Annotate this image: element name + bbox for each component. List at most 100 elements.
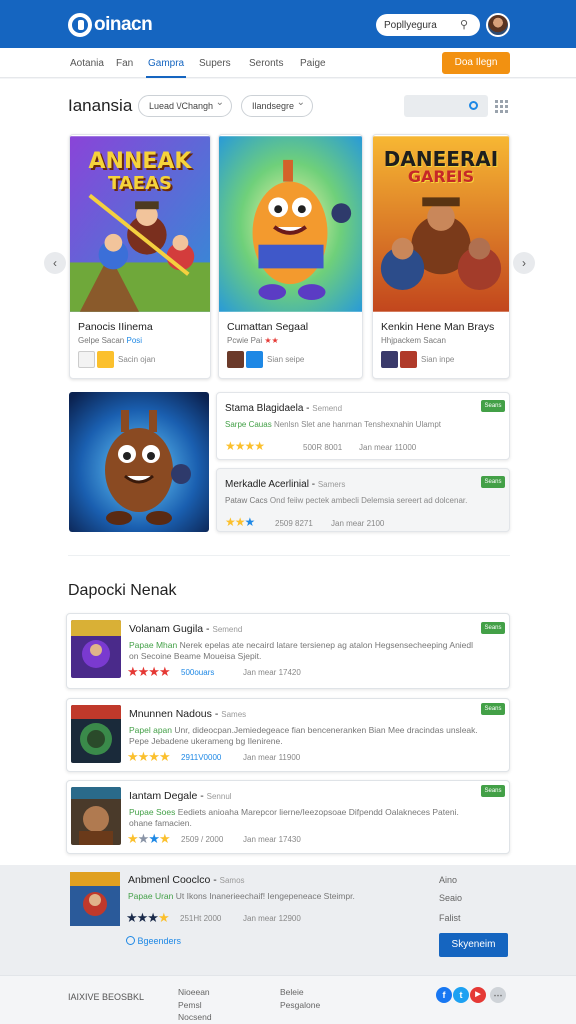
chip-icon	[78, 350, 95, 368]
list-item-num2: Jan mear 17420	[243, 668, 301, 677]
list-item-num1: 2509 / 2000	[181, 835, 224, 844]
chip-icon	[400, 350, 417, 368]
carousel-next-icon[interactable]: ›	[513, 252, 535, 274]
search-input[interactable]: Popllyegura ⚲	[376, 14, 480, 36]
rating-stars: ★★★	[225, 515, 255, 529]
section-divider	[68, 555, 510, 556]
filter-dropdown-2[interactable]: Ilandsegre	[241, 93, 314, 117]
list-item-thumb	[71, 620, 121, 678]
search-icon[interactable]: ⚲	[460, 19, 472, 31]
featured-card-1[interactable]: ANNEAK TAEAS Panocis IIinema Gelpe Sacan…	[69, 134, 211, 379]
list-item-title: Volanam Gugila - Semend	[129, 623, 243, 635]
promo-side-link-1[interactable]: Aino	[439, 875, 457, 885]
spotlight-num-1: 500R 8001	[303, 443, 343, 452]
promo-side-link-2[interactable]: Seaio	[439, 893, 462, 903]
twitter-icon[interactable]: t	[453, 987, 469, 1003]
card-art-2	[219, 136, 362, 312]
card-title-2: Cumattan Segaal	[227, 321, 309, 333]
carousel-prev-icon[interactable]: ‹	[44, 252, 66, 274]
status-badge: Seans	[481, 703, 505, 715]
promo-thumb[interactable]	[70, 872, 120, 926]
status-badge: Seans	[481, 785, 505, 797]
list-item-thumb	[71, 705, 121, 763]
card-art-title-1: ANNEAK	[88, 149, 192, 174]
logo-text: oinacn	[94, 14, 153, 35]
card-title-1: Panocis IIinema	[78, 321, 153, 333]
list-item-title: Mnunnen Nadous - Sames	[129, 708, 247, 720]
list-item-desc: Papae Mhan Nerek epelas ate necaird lata…	[129, 640, 474, 661]
list-item-num2: Jan mear 11900	[243, 753, 301, 762]
card-chips-2	[227, 350, 263, 368]
promo-side-link-3[interactable]: Falist	[439, 913, 461, 923]
filter-dropdown-1[interactable]: Luead \/Changh	[138, 93, 233, 117]
spotlight-art[interactable]	[69, 392, 209, 532]
list-item-num1: 2911V0000	[181, 753, 222, 762]
list-item-num2: Jan mear 17430	[243, 835, 301, 844]
status-badge: Seans	[481, 622, 505, 634]
nav-item-gampra[interactable]: Gampra	[145, 58, 187, 78]
nav-item-aotania[interactable]: Aotania	[70, 58, 104, 69]
subscribe-button[interactable]: Skyeneim	[439, 933, 508, 957]
rating-stars: ★★★★	[127, 749, 171, 764]
card-meta-1: Gelpe Sacan Posi	[78, 336, 143, 345]
section-title-popular: Dapocki Nenak	[68, 582, 177, 599]
footer-link[interactable]: Nioeean	[178, 987, 210, 997]
list-item[interactable]: Volanam Gugila - Semend Papae Mhan Nerek…	[66, 613, 510, 689]
spotlight-num-3: 2509 8271	[275, 519, 313, 528]
card-art-subtitle-3: GAREIS	[407, 167, 475, 186]
spotlight-title-1: Stama Blagidaela - Semend	[225, 403, 343, 414]
youtube-icon[interactable]: ▶	[470, 987, 486, 1003]
more-icon[interactable]: ⋯	[490, 987, 506, 1003]
list-item-title: Iantam Degale - Sennul	[129, 790, 232, 802]
top-bar: oinacn Popllyegura ⚲	[0, 0, 576, 48]
card-meta-2: Pcwie Pai ★★	[227, 336, 279, 345]
spotlight-desc-2: Pataw Cacs Ond feiiw pectek ambecli Dele…	[225, 496, 468, 505]
promo-link[interactable]: Bgeenders	[126, 936, 181, 946]
spotlight-title-2: Merkadle Acerlinial - Samers	[225, 479, 346, 490]
footer-link[interactable]: Nocsend	[178, 1012, 212, 1022]
info-icon	[126, 936, 135, 945]
footer-link[interactable]: Pesgalone	[280, 1000, 320, 1010]
chip-icon	[381, 350, 398, 368]
chip-icon	[97, 350, 114, 368]
avatar[interactable]	[486, 13, 510, 37]
list-item-thumb	[71, 787, 121, 845]
promo-desc: Papae Uran Ut Ikons Inanerieechaif! Ieng…	[128, 891, 355, 901]
grid-view-icon[interactable]	[495, 100, 508, 113]
app-logo[interactable]: oinacn	[68, 12, 153, 38]
logo-icon	[68, 13, 92, 37]
chip-icon	[246, 350, 263, 368]
footer-link[interactable]: Beleie	[280, 987, 304, 997]
spotlight-desc-1: Sarpe Cauas Nenlsn Slet ane hanrnan Tens…	[225, 420, 442, 429]
list-item[interactable]: Mnunnen Nadous - Sames Papel apan Unr, d…	[66, 698, 510, 772]
featured-card-3[interactable]: DANEERAI GAREIS Kenkin Hene Man Brays Hh…	[372, 134, 510, 379]
card-meta-3: Hhjpackem Sacan	[381, 336, 446, 345]
rating-stars: ★★★★	[127, 664, 171, 679]
spotlight-item-1[interactable]: Stama Blagidaela - Semend Sarpe Cauas Ne…	[216, 392, 510, 460]
status-badge: Seans	[481, 400, 505, 412]
view-filter-box[interactable]	[404, 95, 488, 117]
search-placeholder: Popllyegura	[384, 19, 437, 31]
footer-link[interactable]: Pemsl	[178, 1000, 202, 1010]
nav-item-supers[interactable]: Supers	[199, 58, 231, 69]
spotlight-item-2[interactable]: Merkadle Acerlinial - Samers Pataw Cacs …	[216, 468, 510, 532]
promo-title: Anbmenl Cooclco - Samos	[128, 874, 245, 886]
featured-card-2[interactable]: Cumattan Segaal Pcwie Pai ★★ Sian seipe	[218, 134, 363, 379]
facebook-icon[interactable]: f	[436, 987, 452, 1003]
rating-stars: ★★★★	[225, 439, 265, 453]
rating-stars: ★★★★	[126, 910, 170, 925]
nav-cta-button[interactable]: Doa Ilegn	[442, 52, 510, 74]
list-item[interactable]: Iantam Degale - Sennul Pupae Soes Eediet…	[66, 780, 510, 854]
card-chips-1	[78, 350, 114, 368]
promo-num2: Jan mear 12900	[243, 914, 301, 923]
chip-icon	[227, 350, 244, 368]
nav-item-paige[interactable]: Paige	[300, 58, 326, 69]
nav-item-fan[interactable]: Fan	[116, 58, 133, 69]
card-chip-meta-2: Sian seipe	[267, 355, 305, 364]
list-item-desc: Papel apan Unr, dideocpan.Jemiedegeace f…	[129, 725, 478, 746]
search-icon	[469, 101, 478, 110]
card-title-3: Kenkin Hene Man Brays	[381, 321, 495, 333]
card-art-subtitle-1: TAEAS	[107, 173, 172, 194]
nav-item-seronts[interactable]: Seronts	[249, 58, 283, 69]
card-chip-meta-1: Sacin ojan	[118, 355, 156, 364]
